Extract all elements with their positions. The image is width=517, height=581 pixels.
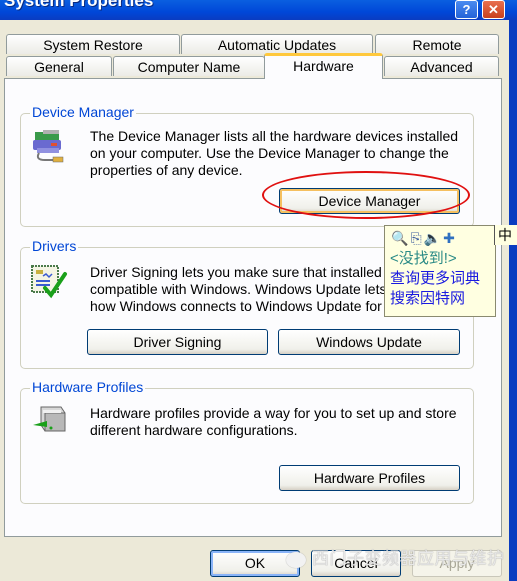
popup-toolbar: 🔍⎘🔈✚ bbox=[391, 230, 457, 247]
close-button[interactable]: ✕ bbox=[482, 0, 505, 19]
tab-general[interactable]: General bbox=[6, 56, 112, 76]
copy-icon[interactable]: ⎘ bbox=[410, 230, 423, 246]
speaker-icon[interactable]: 🔈 bbox=[424, 230, 443, 246]
search-internet-link[interactable]: 搜索因特网 bbox=[390, 290, 465, 308]
button-label: Device Manager bbox=[318, 193, 421, 209]
hardware-profiles-icon bbox=[33, 406, 66, 432]
tab-label: General bbox=[34, 59, 84, 75]
driver-signing-icon bbox=[31, 265, 67, 299]
button-label: OK bbox=[244, 555, 266, 571]
hardware-profiles-button[interactable]: Hardware Profiles bbox=[279, 465, 460, 491]
ime-indicator[interactable]: 中 bbox=[494, 225, 517, 245]
title-bar: System Properties ? ✕ bbox=[0, 0, 517, 20]
button-label: Hardware Profiles bbox=[313, 470, 426, 486]
device-manager-description: The Device Manager lists all the hardwar… bbox=[90, 128, 459, 178]
tab-label: Hardware bbox=[293, 58, 354, 74]
driver-signing-button[interactable]: Driver Signing bbox=[87, 329, 268, 355]
tab-label: Remote bbox=[412, 37, 462, 53]
wechat-icon bbox=[286, 551, 306, 568]
not-found-text: <没找到!> bbox=[390, 250, 457, 267]
button-label: Driver Signing bbox=[133, 334, 222, 350]
window-frame-right bbox=[509, 20, 517, 581]
watermark: 西门子变频器应用与维护 bbox=[286, 544, 505, 569]
tab-system-restore[interactable]: System Restore bbox=[6, 34, 180, 54]
tab-computer-name[interactable]: Computer Name bbox=[113, 56, 265, 76]
search-icon[interactable]: 🔍 bbox=[391, 230, 410, 246]
tab-label: Computer Name bbox=[137, 59, 241, 75]
watermark-text: 西门子变频器应用与维护 bbox=[312, 549, 505, 568]
help-icon: ? bbox=[462, 2, 471, 17]
close-icon: ✕ bbox=[488, 2, 499, 17]
tab-automatic-updates[interactable]: Automatic Updates bbox=[181, 34, 373, 54]
help-button[interactable]: ? bbox=[455, 0, 478, 19]
add-word-icon[interactable]: ✚ bbox=[443, 230, 457, 246]
group-label: Device Manager bbox=[30, 104, 136, 120]
group-label: Hardware Profiles bbox=[30, 379, 146, 395]
device-manager-button[interactable]: Device Manager bbox=[279, 188, 460, 214]
tab-remote[interactable]: Remote bbox=[375, 34, 499, 54]
device-manager-icon bbox=[33, 130, 64, 163]
hardware-profiles-description: Hardware profiles provide a way for you … bbox=[90, 405, 457, 438]
tab-hardware[interactable]: Hardware bbox=[264, 53, 383, 79]
button-label: Windows Update bbox=[316, 334, 422, 350]
tab-label: Automatic Updates bbox=[217, 37, 337, 53]
dictionary-popup: 🔍⎘🔈✚ <没找到!> 查询更多词典 搜索因特网 bbox=[384, 225, 496, 317]
window-title: System Properties bbox=[4, 0, 154, 10]
windows-update-button[interactable]: Windows Update bbox=[278, 329, 460, 355]
tab-label: System Restore bbox=[43, 37, 143, 53]
query-more-dictionaries-link[interactable]: 查询更多词典 bbox=[390, 270, 480, 288]
tab-label: Advanced bbox=[410, 59, 473, 75]
tab-advanced[interactable]: Advanced bbox=[384, 56, 499, 76]
group-label: Drivers bbox=[30, 238, 79, 254]
